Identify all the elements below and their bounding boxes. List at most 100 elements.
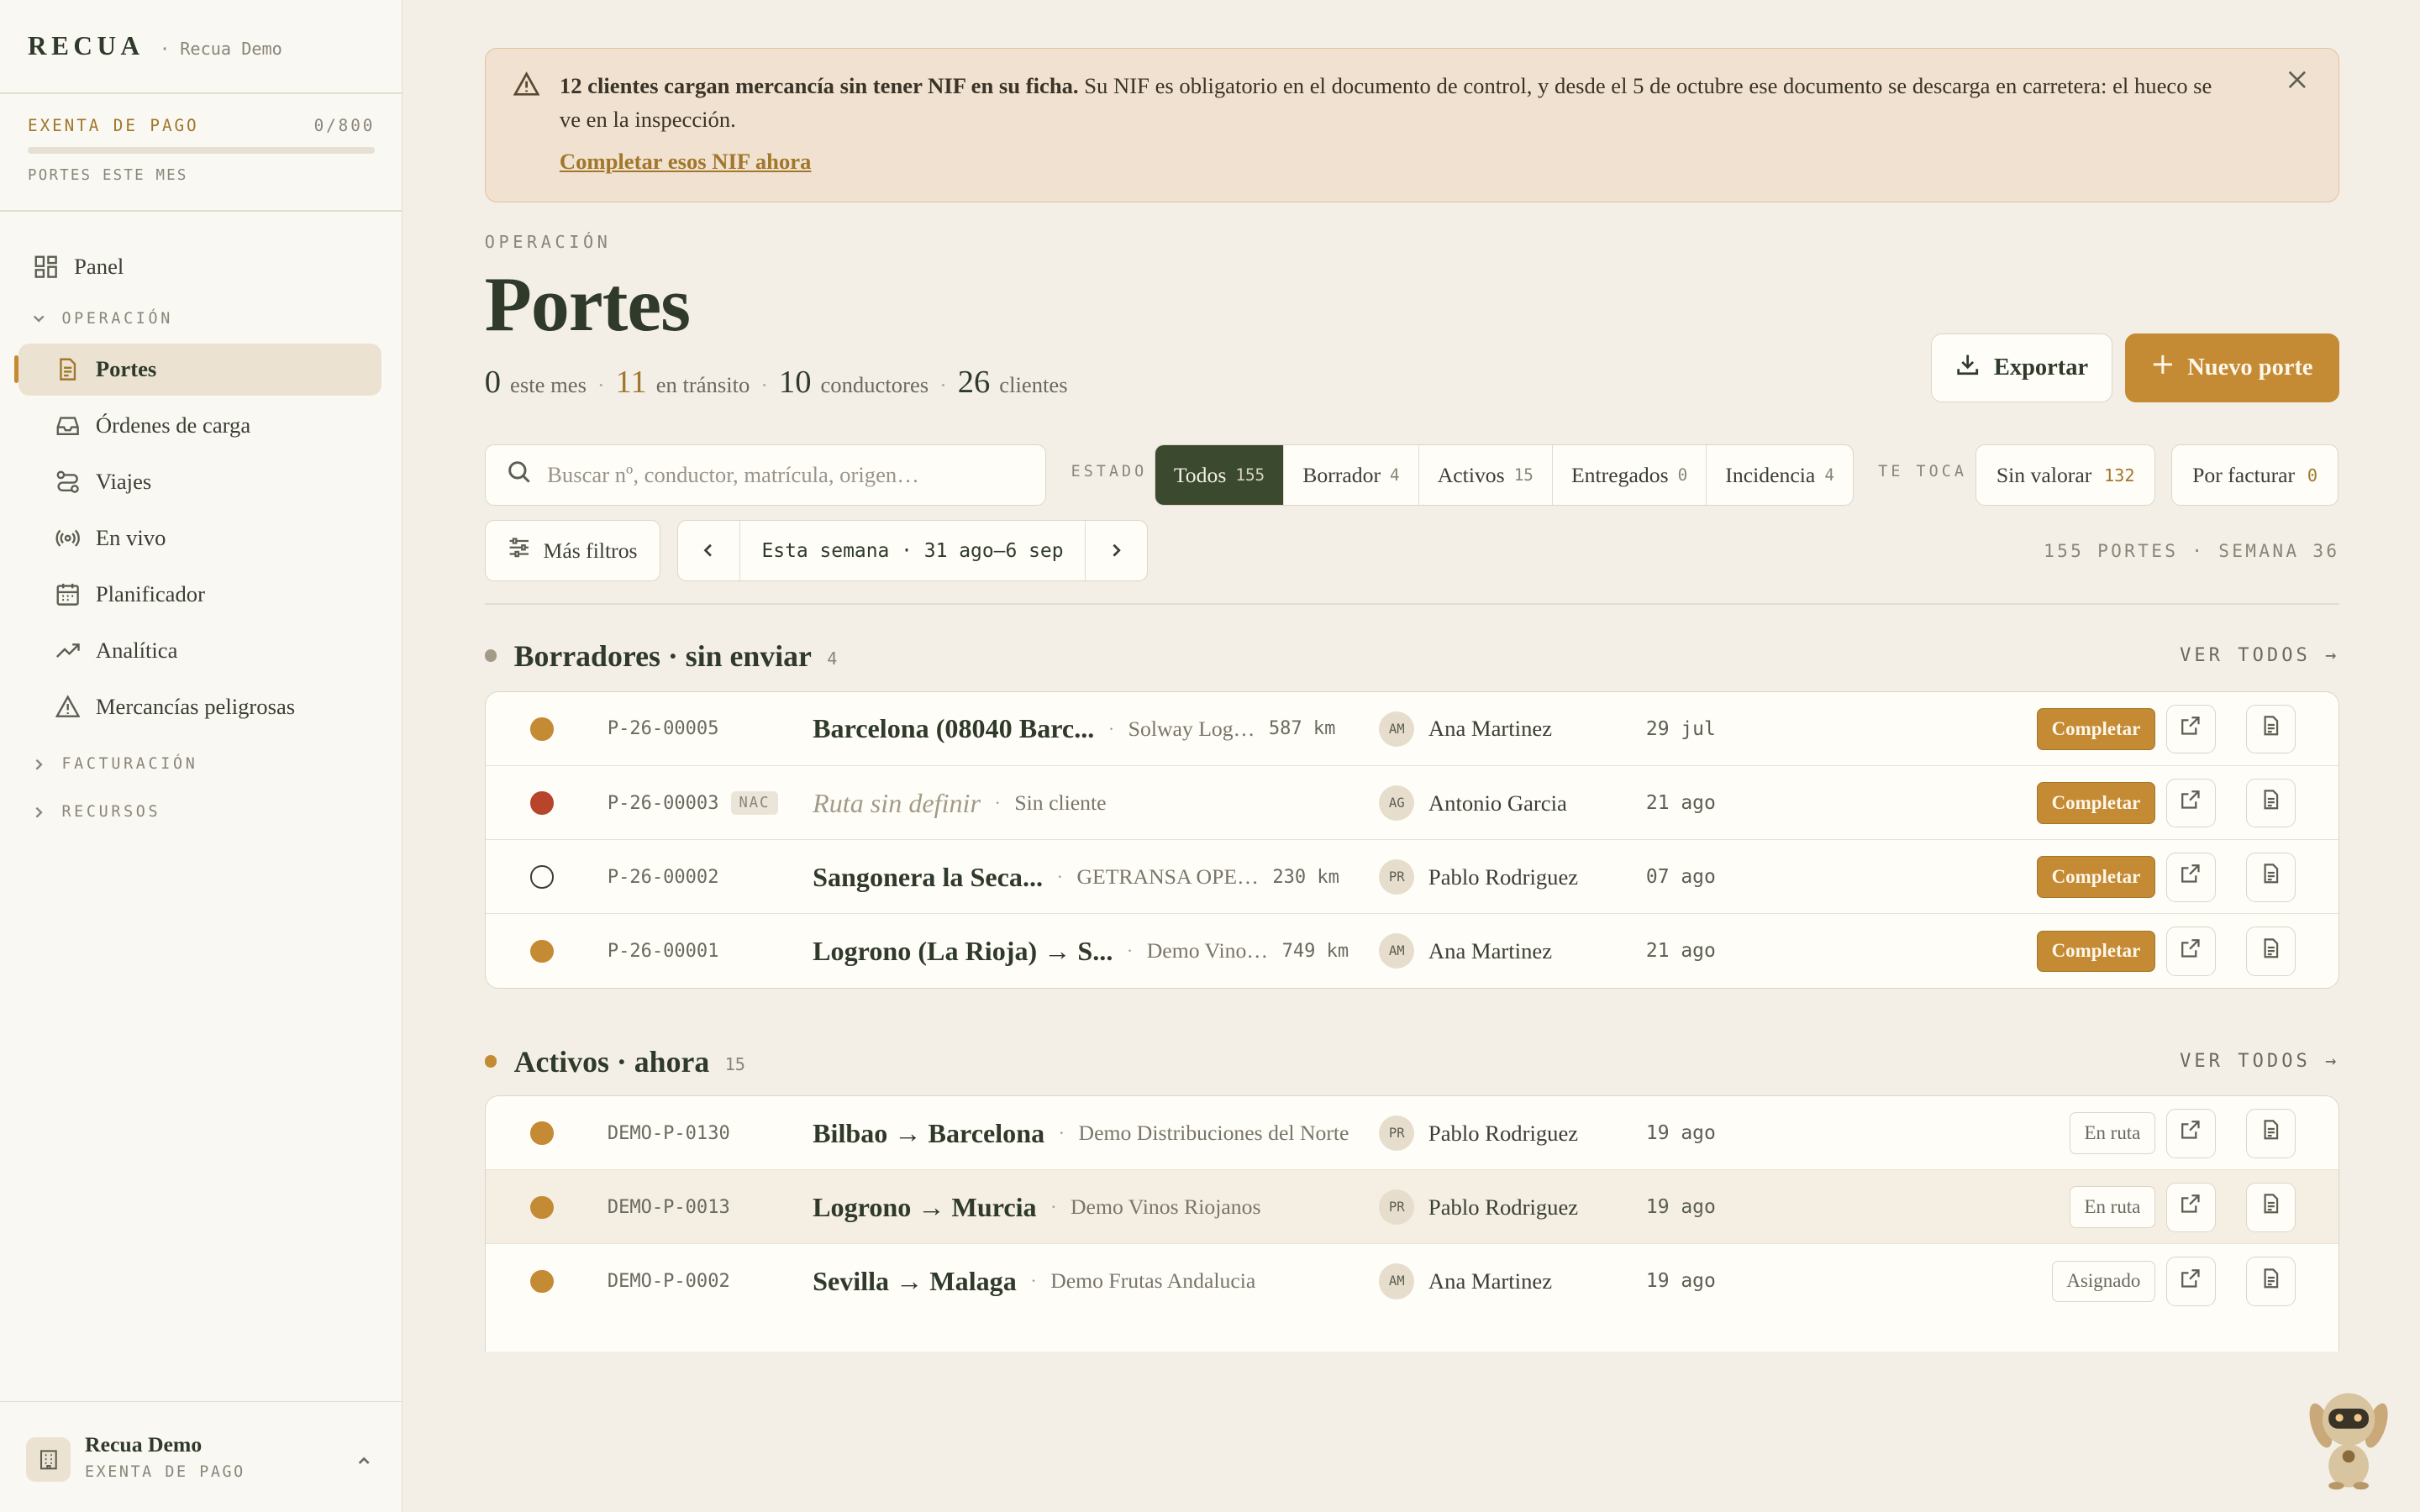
more-filters-button[interactable]: Más filtros bbox=[484, 519, 661, 582]
table-row[interactable]: DEMO-P-0013 Logrono → Murcia · Demo Vinos R… bbox=[485, 1170, 2339, 1245]
sidebar-item-analitica[interactable]: Analítica bbox=[18, 625, 381, 677]
date-cell: 21 ago bbox=[1645, 792, 1716, 815]
search-field[interactable] bbox=[484, 444, 1047, 507]
route-text: Barcelona (08040 Barc... bbox=[813, 713, 1095, 744]
sidebar-item-label: Portes bbox=[95, 356, 157, 382]
sidebar-item-label: Órdenes de carga bbox=[95, 412, 251, 438]
open-porte-button[interactable] bbox=[2165, 778, 2216, 828]
view-all-drafts-link[interactable]: VER TODOS → bbox=[2180, 645, 2339, 666]
table-row[interactable]: P-26-00003 NAC Ruta sin definir · Sin client… bbox=[485, 766, 2339, 841]
assistant-mascot[interactable] bbox=[2302, 1389, 2395, 1490]
open-porte-button[interactable] bbox=[2165, 1182, 2216, 1232]
org-plan: EXENTA DE PAGO bbox=[85, 1463, 245, 1482]
porte-id-cell: DEMO-P-0002 bbox=[608, 1244, 730, 1318]
document-icon bbox=[2260, 789, 2282, 817]
sidebar-section-facturacion[interactable]: FACTURACIÓN bbox=[31, 743, 381, 785]
driver-name: Antonio Garcia bbox=[1428, 790, 1567, 816]
porte-id-cell: P-26-00003 NAC bbox=[608, 766, 778, 840]
open-porte-button[interactable] bbox=[2165, 852, 2216, 902]
sidebar-section-operacion[interactable]: OPERACIÓN bbox=[31, 297, 381, 340]
driver-name: Pablo Rodriguez bbox=[1428, 1194, 1579, 1220]
open-porte-button[interactable] bbox=[2165, 1108, 2216, 1158]
route-cell: Sevilla → Malaga · Demo Frutas Andalucia bbox=[813, 1244, 1255, 1318]
week-label[interactable]: Esta semana · 31 ago–6 sep bbox=[740, 521, 1085, 580]
distance-km: 230 km bbox=[1272, 866, 1339, 888]
complete-button[interactable]: Completar bbox=[2037, 782, 2155, 824]
sidebar-item-ordenes[interactable]: Órdenes de carga bbox=[18, 400, 381, 452]
sidebar-item-viajes[interactable]: Viajes bbox=[18, 456, 381, 508]
org-switcher[interactable]: Recua Demo EXENTA DE PAGO bbox=[0, 1400, 403, 1512]
complete-button[interactable]: Completar bbox=[2037, 856, 2155, 898]
document-button[interactable] bbox=[2246, 1257, 2296, 1306]
document-button[interactable] bbox=[2246, 1108, 2296, 1158]
document-button[interactable] bbox=[2246, 778, 2296, 828]
complete-button[interactable]: Completar bbox=[2037, 930, 2155, 973]
segment-borrador[interactable]: Borrador 4 bbox=[1284, 444, 1419, 506]
export-button[interactable]: Exportar bbox=[1930, 333, 2113, 403]
portes-summary: 155 PORTES · SEMANA 36 bbox=[2044, 539, 2340, 561]
action-cell: Completar bbox=[2037, 914, 2155, 988]
sidebar-item-planificador[interactable]: Planificador bbox=[18, 569, 381, 621]
prev-week-button[interactable] bbox=[678, 520, 740, 581]
new-porte-label: Nuevo porte bbox=[2187, 354, 2313, 381]
action-cell: Completar bbox=[2037, 766, 2155, 840]
table-row[interactable]: DEMO-P-0002 Sevilla → Malaga · Demo Frutas … bbox=[486, 1244, 2339, 1318]
document-button[interactable] bbox=[2246, 852, 2296, 902]
brand[interactable]: RECUA · Recua Demo bbox=[28, 31, 282, 61]
document-button[interactable] bbox=[2246, 704, 2296, 754]
avatar: AM bbox=[1379, 1263, 1415, 1299]
sidebar-section-label: RECURSOS bbox=[61, 803, 161, 822]
search-input[interactable] bbox=[547, 462, 1011, 489]
status-dot bbox=[529, 1269, 554, 1294]
separator: · bbox=[1058, 1122, 1065, 1144]
chevron-up-icon bbox=[356, 1448, 371, 1476]
table-row[interactable]: P-26-00005 Barcelona (08040 Barc... · Solwa… bbox=[485, 692, 2339, 766]
sliders-icon bbox=[508, 536, 531, 565]
sidebar-item-mercancias[interactable]: Mercancías peligrosas bbox=[18, 681, 381, 733]
alert-bold: 12 clientes cargan mercancía sin tener N… bbox=[559, 72, 1079, 98]
table-row[interactable]: P-26-00002 Sangonera la Seca... · GETRANSA … bbox=[485, 840, 2339, 915]
sidebar-item-label: Panel bbox=[74, 254, 124, 280]
close-icon[interactable] bbox=[2286, 69, 2311, 93]
segment-activos[interactable]: Activos 15 bbox=[1419, 444, 1553, 506]
sidebar-item-en-vivo[interactable]: En vivo bbox=[18, 512, 381, 564]
avatar: AM bbox=[1379, 933, 1415, 969]
table-row[interactable]: P-26-00001 Logrono (La Rioja) → S... · Demo… bbox=[486, 914, 2339, 988]
plan-count: 0/800 bbox=[313, 115, 376, 135]
open-porte-button[interactable] bbox=[2165, 704, 2216, 754]
status-dot bbox=[529, 717, 554, 741]
complete-nif-link[interactable]: Completar esos NIF ahora bbox=[560, 149, 812, 175]
segment-todos[interactable]: Todos 155 bbox=[1155, 444, 1285, 506]
sidebar-section-recursos[interactable]: RECURSOS bbox=[31, 790, 381, 833]
chevron-right-icon bbox=[31, 805, 50, 820]
document-button[interactable] bbox=[2246, 1182, 2296, 1232]
segment-incidencia[interactable]: Incidencia 4 bbox=[1707, 445, 1853, 505]
sidebar-item-portes[interactable]: Portes bbox=[13, 343, 381, 396]
alert-message: 12 clientes cargan mercancía sin tener N… bbox=[560, 69, 2227, 137]
route-text: Bilbao → Barcelona bbox=[813, 1117, 1045, 1148]
plan-progress-bar bbox=[28, 147, 376, 154]
client-name: GETRANSA OPE… bbox=[1076, 864, 1259, 890]
segment-label: Activos bbox=[1437, 462, 1505, 487]
view-all-active-link[interactable]: VER TODOS → bbox=[2180, 1051, 2339, 1072]
next-week-button[interactable] bbox=[1085, 520, 1146, 581]
stat-label: este mes bbox=[510, 372, 587, 398]
table-row[interactable]: DEMO-P-0130 Bilbao → Barcelona · Demo Distr… bbox=[485, 1096, 2339, 1171]
open-porte-button[interactable] bbox=[2165, 926, 2216, 976]
external-link-icon bbox=[2180, 1193, 2202, 1221]
segment-entregados[interactable]: Entregados 0 bbox=[1553, 444, 1707, 506]
active-section-header: Activos · ahora 15 VER TODOS → bbox=[484, 1043, 2340, 1080]
route-cell: Barcelona (08040 Barc... · Solway Log… 587 … bbox=[813, 692, 1335, 766]
route-cell: Ruta sin definir · Sin cliente bbox=[813, 766, 1106, 840]
driver-cell: PR Pablo Rodriguez bbox=[1379, 840, 1578, 914]
sidebar-item-panel[interactable]: Panel bbox=[18, 241, 381, 293]
new-porte-button[interactable]: Nuevo porte bbox=[2125, 333, 2340, 403]
external-link-icon bbox=[2180, 937, 2202, 966]
document-button[interactable] bbox=[2246, 926, 2296, 976]
porte-id: DEMO-P-0130 bbox=[607, 1122, 730, 1144]
complete-button[interactable]: Completar bbox=[2037, 708, 2155, 750]
sidebar-item-label: Mercancías peligrosas bbox=[95, 694, 296, 720]
sin-valorar-filter[interactable]: Sin valorar 132 bbox=[1975, 444, 2156, 507]
open-porte-button[interactable] bbox=[2165, 1257, 2216, 1306]
por-facturar-filter[interactable]: Por facturar 0 bbox=[2171, 444, 2338, 507]
